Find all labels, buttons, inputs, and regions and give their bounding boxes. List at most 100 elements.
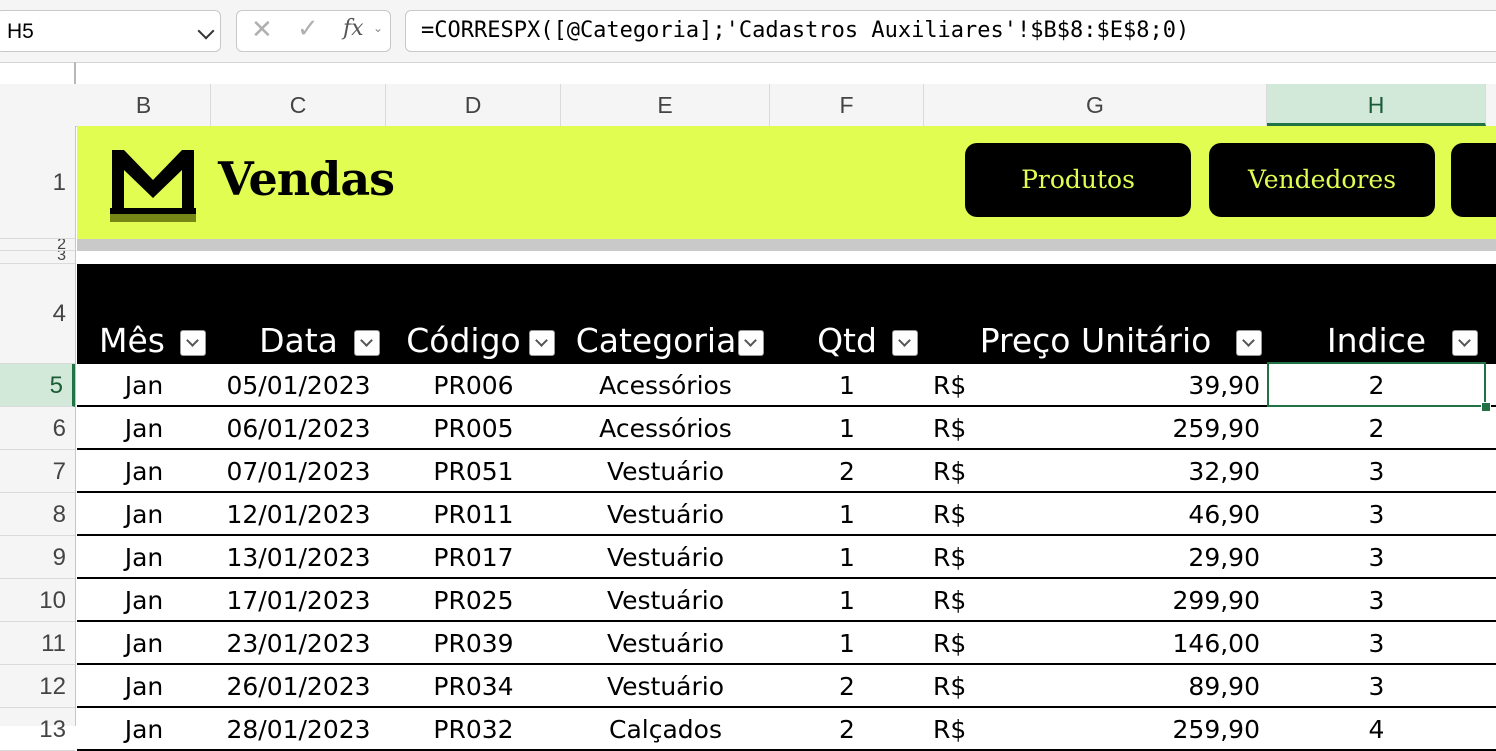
cell-qtd[interactable]: 1 bbox=[770, 536, 924, 577]
produtos-button[interactable]: Produtos bbox=[965, 143, 1191, 217]
cell-categoria[interactable]: Calçados bbox=[561, 708, 770, 749]
cell-categoria[interactable]: Vestuário bbox=[561, 579, 770, 620]
cell-qtd[interactable]: 1 bbox=[770, 622, 924, 663]
cell-codigo[interactable]: PR025 bbox=[386, 579, 561, 620]
row-header-4[interactable]: 4 bbox=[0, 264, 75, 364]
cell-indice[interactable]: 3 bbox=[1267, 665, 1486, 706]
cell-qtd[interactable]: 2 bbox=[770, 450, 924, 491]
cell-indice[interactable]: 4 bbox=[1267, 708, 1486, 749]
cell-data[interactable]: 13/01/2023 bbox=[211, 536, 386, 577]
filter-categoria-button[interactable] bbox=[738, 330, 764, 356]
filter-preco-button[interactable] bbox=[1236, 330, 1262, 356]
formula-input[interactable]: =CORRESPX([@Categoria];'Cadastros Auxili… bbox=[405, 10, 1496, 52]
cell-preco[interactable]: 259,90 bbox=[957, 708, 1260, 749]
cell-codigo[interactable]: PR032 bbox=[386, 708, 561, 749]
cell-data[interactable]: 05/01/2023 bbox=[211, 364, 386, 405]
column-header-i[interactable] bbox=[1486, 84, 1496, 126]
check-icon[interactable]: ✓ bbox=[297, 14, 319, 44]
row-header-2[interactable]: 2 bbox=[0, 239, 75, 251]
cell-codigo[interactable]: PR039 bbox=[386, 622, 561, 663]
row-header-6[interactable]: 6 bbox=[0, 407, 75, 450]
cell-data[interactable]: 17/01/2023 bbox=[211, 579, 386, 620]
cell-preco[interactable]: 146,00 bbox=[957, 622, 1260, 663]
cell-categoria[interactable]: Acessórios bbox=[561, 364, 770, 405]
filter-qtd-button[interactable] bbox=[892, 330, 918, 356]
cell-preco[interactable]: 29,90 bbox=[957, 536, 1260, 577]
cell-indice[interactable]: 2 bbox=[1267, 407, 1486, 448]
row-header-7[interactable]: 7 bbox=[0, 450, 75, 493]
cell-data[interactable]: 07/01/2023 bbox=[211, 450, 386, 491]
cell-codigo[interactable]: PR006 bbox=[386, 364, 561, 405]
filter-data-button[interactable] bbox=[354, 330, 380, 356]
cell-categoria[interactable]: Vestuário bbox=[561, 622, 770, 663]
chevron-down-icon[interactable] bbox=[197, 22, 215, 40]
filter-codigo-button[interactable] bbox=[529, 330, 555, 356]
cancel-icon[interactable]: ✕ bbox=[251, 15, 273, 45]
cell-preco[interactable]: 39,90 bbox=[957, 364, 1260, 405]
cell-codigo[interactable]: PR017 bbox=[386, 536, 561, 577]
cell-indice[interactable]: 3 bbox=[1267, 536, 1486, 577]
column-header-e[interactable]: E bbox=[561, 84, 770, 126]
cell-codigo[interactable]: PR005 bbox=[386, 407, 561, 448]
cell-codigo[interactable]: PR051 bbox=[386, 450, 561, 491]
cell-preco[interactable]: 299,90 bbox=[957, 579, 1260, 620]
cell-data[interactable]: 12/01/2023 bbox=[211, 493, 386, 534]
selected-cell-h5[interactable] bbox=[1267, 362, 1486, 407]
cell-mes[interactable]: Jan bbox=[77, 579, 211, 620]
cell-indice[interactable]: 3 bbox=[1267, 493, 1486, 534]
row-header-10[interactable]: 10 bbox=[0, 579, 75, 622]
column-header-h[interactable]: H bbox=[1267, 84, 1486, 126]
cell-codigo[interactable]: PR034 bbox=[386, 665, 561, 706]
row-header-3[interactable]: 3 bbox=[0, 251, 75, 264]
cell-mes[interactable]: Jan bbox=[77, 450, 211, 491]
cell-mes[interactable]: Jan bbox=[77, 536, 211, 577]
cell-preco[interactable]: 89,90 bbox=[957, 665, 1260, 706]
cell-categoria[interactable]: Vestuário bbox=[561, 493, 770, 534]
row-header-8[interactable]: 8 bbox=[0, 493, 75, 536]
cell-categoria[interactable]: Vestuário bbox=[561, 665, 770, 706]
column-header-c[interactable]: C bbox=[211, 84, 386, 126]
cell-indice[interactable]: 3 bbox=[1267, 450, 1486, 491]
cell-mes[interactable]: Jan bbox=[77, 407, 211, 448]
fill-handle[interactable] bbox=[1481, 402, 1491, 412]
row-header-5[interactable]: 5 bbox=[0, 364, 75, 407]
cell-data[interactable]: 23/01/2023 bbox=[211, 622, 386, 663]
column-header-d[interactable]: D bbox=[386, 84, 561, 126]
cell-mes[interactable]: Jan bbox=[77, 665, 211, 706]
row-header-9[interactable]: 9 bbox=[0, 536, 75, 579]
cell-indice[interactable]: 3 bbox=[1267, 579, 1486, 620]
cell-data[interactable]: 26/01/2023 bbox=[211, 665, 386, 706]
cell-mes[interactable]: Jan bbox=[77, 622, 211, 663]
cell-qtd[interactable]: 1 bbox=[770, 493, 924, 534]
cell-codigo[interactable]: PR011 bbox=[386, 493, 561, 534]
row-header-11[interactable]: 11 bbox=[0, 622, 75, 665]
cell-categoria[interactable]: Vestuário bbox=[561, 536, 770, 577]
cell-qtd[interactable]: 1 bbox=[770, 579, 924, 620]
function-icon[interactable]: fx bbox=[343, 16, 364, 41]
row-header-12[interactable]: 12 bbox=[0, 665, 75, 708]
filter-indice-button[interactable] bbox=[1452, 330, 1478, 356]
cell-categoria[interactable]: Vestuário bbox=[561, 450, 770, 491]
filter-mes-button[interactable] bbox=[180, 330, 206, 356]
cell-qtd[interactable]: 2 bbox=[770, 708, 924, 749]
cell-data[interactable]: 06/01/2023 bbox=[211, 407, 386, 448]
cell-categoria[interactable]: Acessórios bbox=[561, 407, 770, 448]
cell-qtd[interactable]: 1 bbox=[770, 407, 924, 448]
column-header-f[interactable]: F bbox=[770, 84, 924, 126]
vendedores-button[interactable]: Vendedores bbox=[1209, 143, 1435, 217]
cell-qtd[interactable]: 2 bbox=[770, 665, 924, 706]
nav-button-partial[interactable] bbox=[1451, 143, 1496, 217]
cell-mes[interactable]: Jan bbox=[77, 493, 211, 534]
chevron-down-icon[interactable]: ⌄ bbox=[373, 21, 383, 35]
name-box[interactable]: H5 bbox=[0, 10, 221, 52]
column-header-b[interactable]: B bbox=[77, 84, 211, 126]
cell-mes[interactable]: Jan bbox=[77, 364, 211, 405]
column-header-g[interactable]: G bbox=[924, 84, 1267, 126]
row-header-13[interactable]: 13 bbox=[0, 708, 75, 751]
cell-data[interactable]: 28/01/2023 bbox=[211, 708, 386, 749]
cell-mes[interactable]: Jan bbox=[77, 708, 211, 749]
cell-preco[interactable]: 259,90 bbox=[957, 407, 1260, 448]
cell-preco[interactable]: 32,90 bbox=[957, 450, 1260, 491]
cell-qtd[interactable]: 1 bbox=[770, 364, 924, 405]
cell-preco[interactable]: 46,90 bbox=[957, 493, 1260, 534]
